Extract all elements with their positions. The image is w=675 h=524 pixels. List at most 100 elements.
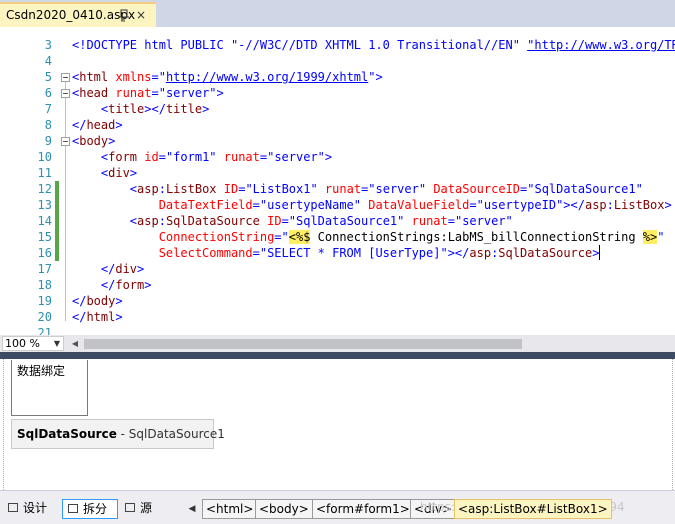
change-marker xyxy=(55,213,59,229)
vs-editor-window: Csdn2020_0410.aspx × 3 4 5 6 7 8 9 10 11… xyxy=(0,0,675,524)
code-line-10[interactable]: <form id="form1" runat="server"> xyxy=(72,149,332,165)
code-line-15[interactable]: ConnectionString="<%$ ConnectionStrings:… xyxy=(72,229,664,245)
design-surface[interactable]: 数据绑定 SqlDataSource - SqlDataSource1 xyxy=(0,359,675,490)
code-token: =" xyxy=(151,70,166,84)
source-view-button[interactable]: 源 xyxy=(125,499,152,519)
change-marker xyxy=(55,229,59,245)
code-token: ="server" xyxy=(361,182,427,196)
code-line-8[interactable]: </head> xyxy=(72,117,123,133)
design-view-label: 设计 xyxy=(23,501,48,515)
sqldatasource-control[interactable]: SqlDataSource - SqlDataSource1 xyxy=(11,419,225,449)
code-token: SqlDataSource xyxy=(165,214,260,228)
line-number: 16 xyxy=(37,246,52,260)
code-token: runat xyxy=(317,182,362,196)
document-tab[interactable]: Csdn2020_0410.aspx × xyxy=(0,2,156,27)
code-token: ="form1" xyxy=(158,150,217,164)
code-line-14[interactable]: <asp:SqlDataSource ID="SqlDataSource1" r… xyxy=(72,213,513,229)
code-token: > xyxy=(144,278,152,292)
scrollbar-thumb[interactable] xyxy=(84,339,522,349)
code-token: ID xyxy=(216,182,239,196)
breadcrumb-form[interactable]: <form#form1> xyxy=(312,499,414,519)
code-token: ="usertypeID"></ xyxy=(469,198,585,212)
code-token: > xyxy=(129,166,138,180)
collapse-body-icon[interactable] xyxy=(61,137,70,146)
code-line-17[interactable]: </div> xyxy=(72,261,144,277)
line-number: 3 xyxy=(44,38,52,52)
server-tag-open: <%$ xyxy=(288,230,311,244)
code-token: =" xyxy=(274,230,289,244)
code-token: ="server"> xyxy=(151,86,224,100)
collapse-html-icon[interactable] xyxy=(61,73,70,82)
code-line-6[interactable]: <head runat="server"> xyxy=(72,85,224,101)
line-number: 14 xyxy=(37,214,52,228)
breadcrumb-listbox[interactable]: <asp:ListBox#ListBox1> xyxy=(454,499,612,519)
code-token: </ xyxy=(72,118,87,132)
collapse-head-icon[interactable] xyxy=(61,89,70,98)
code-token: ListBox xyxy=(165,182,217,196)
code-area[interactable]: 3 4 5 6 7 8 9 10 11 12 13 14 15 16 17 18… xyxy=(0,27,675,335)
code-line-19[interactable]: </body> xyxy=(72,293,123,309)
zoom-dropdown[interactable]: 100 % ▼ xyxy=(2,336,64,351)
line-number: 18 xyxy=(37,278,52,292)
editor-status-row: 100 % ▼ ◀ xyxy=(0,335,675,352)
code-line-13[interactable]: DataTextField="usertypeName" DataValueFi… xyxy=(72,197,672,213)
scroll-left-icon[interactable]: ◀ xyxy=(68,336,82,351)
code-token: ConnectionStrings:LabMS_billConnectionSt… xyxy=(310,230,643,244)
split-view-button[interactable]: 拆分 xyxy=(62,499,118,519)
chevron-down-icon: ▼ xyxy=(53,339,60,348)
line-number: 15 xyxy=(37,230,52,244)
code-token: ListBox xyxy=(613,198,665,212)
code-token: > xyxy=(137,262,145,276)
code-token: body xyxy=(86,294,116,308)
sqldatasource-id: - SqlDataSource1 xyxy=(116,427,225,441)
code-line-20[interactable]: </html> xyxy=(72,309,123,325)
horizontal-scrollbar[interactable]: ◀ xyxy=(68,336,675,351)
code-line-3[interactable]: <!DOCTYPE html PUBLIC "-//W3C//DTD XHTML… xyxy=(72,37,675,53)
change-marker xyxy=(55,181,59,197)
source-code-editor[interactable]: 3 4 5 6 7 8 9 10 11 12 13 14 15 16 17 18… xyxy=(0,27,675,335)
listbox-control[interactable]: 数据绑定 xyxy=(11,360,88,416)
code-line-18[interactable]: </form> xyxy=(72,277,152,293)
code-token: </ xyxy=(72,310,87,324)
code-token: form xyxy=(115,278,145,292)
code-token: > xyxy=(115,294,123,308)
breadcrumb-body[interactable]: <body> xyxy=(255,499,313,519)
split-view-divider[interactable] xyxy=(0,352,675,359)
editor-margin xyxy=(0,27,14,335)
code-token: : xyxy=(158,214,166,228)
line-number: 21 xyxy=(37,326,52,335)
code-token: head xyxy=(86,118,116,132)
code-line-7[interactable]: <title></title> xyxy=(72,101,209,117)
code-token: < xyxy=(72,166,109,180)
code-token: asp xyxy=(137,214,159,228)
code-line-12[interactable]: <asp:ListBox ID="ListBox1" runat="server… xyxy=(72,181,643,197)
code-line-11[interactable]: <div> xyxy=(72,165,137,181)
code-token: runat xyxy=(108,86,152,100)
doctype-dtd-link[interactable]: "http://www.w3.org/TR/xhtml1/DTD/xhtml1-… xyxy=(527,38,675,52)
code-token: < xyxy=(72,182,138,196)
pin-icon[interactable] xyxy=(118,9,130,23)
line-number: 9 xyxy=(44,134,52,148)
code-token: : xyxy=(606,198,614,212)
change-marker xyxy=(55,197,59,213)
code-token: ConnectionString xyxy=(72,230,275,244)
line-number: 8 xyxy=(44,118,52,132)
line-number: 5 xyxy=(44,70,52,84)
code-token: ="SqlDataSource1" xyxy=(281,214,405,228)
code-token: ="SELECT * FROM [UserType]"></ xyxy=(252,246,470,260)
close-tab-icon[interactable]: × xyxy=(136,8,146,22)
code-token: runat xyxy=(216,150,260,164)
code-line-9[interactable]: <body> xyxy=(72,133,115,149)
design-view-button[interactable]: 设计 xyxy=(8,499,47,519)
breadcrumb-html[interactable]: <html> xyxy=(202,499,258,519)
tab-title: Csdn2020_0410.aspx xyxy=(6,8,136,22)
listbox-item: 数据绑定 xyxy=(17,364,66,378)
code-line-5[interactable]: <html xmlns="http://www.w3.org/1999/xhtm… xyxy=(72,69,383,85)
code-line-16[interactable]: SelectCommand="SELECT * FROM [UserType]"… xyxy=(72,245,601,261)
code-token: title xyxy=(108,102,145,116)
xmlns-link[interactable]: http://www.w3.org/1999/xhtml xyxy=(166,70,368,84)
breadcrumb-scroll-left-icon[interactable]: ◀ xyxy=(185,499,199,519)
code-token: html xyxy=(86,310,116,324)
line-number: 7 xyxy=(44,102,52,116)
code-token: > xyxy=(115,118,123,132)
